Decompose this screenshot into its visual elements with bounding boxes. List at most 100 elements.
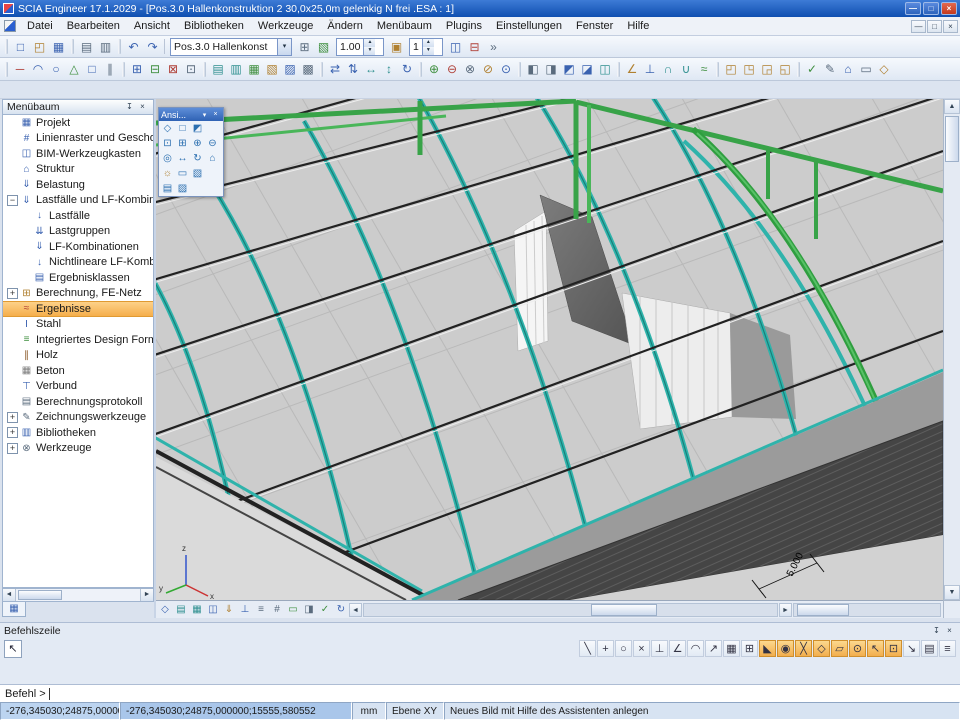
- palette-close-icon[interactable]: ×: [210, 111, 221, 118]
- snap-endpoint-icon[interactable]: ◣: [759, 640, 776, 657]
- copy-icon[interactable]: ⇅: [344, 60, 362, 79]
- snap-cursor-icon[interactable]: ↖: [867, 640, 884, 657]
- toolbar-drag-handle[interactable]: [5, 62, 8, 77]
- home-view-icon[interactable]: ⌂: [839, 60, 857, 79]
- view-wire-icon[interactable]: ▥: [227, 60, 245, 79]
- mesh-icon[interactable]: ⊟: [146, 60, 164, 79]
- plate-icon[interactable]: □: [83, 60, 101, 79]
- view-settings-icon[interactable]: ▧: [190, 166, 205, 181]
- section-4-icon[interactable]: ◪: [578, 60, 596, 79]
- open-project-icon[interactable]: ◰: [30, 37, 49, 56]
- toolbar-drag-handle[interactable]: [118, 39, 121, 54]
- view-loads-icon[interactable]: ▧: [263, 60, 281, 79]
- palette-dropdown-icon[interactable]: ▾: [199, 111, 210, 119]
- tree-item-linienraster-und-geschos[interactable]: #Linienraster und Geschos: [3, 131, 153, 147]
- view-solid-icon[interactable]: ▤: [209, 60, 227, 79]
- tree-item-berechnungsprotokoll[interactable]: ▤Berechnungsprotokoll: [3, 394, 153, 410]
- scale-spin-buttons[interactable]: ▲▼: [363, 39, 375, 55]
- toolbar-drag-handle[interactable]: [122, 62, 125, 77]
- snap-node-icon[interactable]: ◉: [777, 640, 794, 657]
- rotate-view-icon[interactable]: ↻: [190, 151, 205, 166]
- secondary-scroll-thumb[interactable]: [797, 604, 849, 616]
- corner-nw-icon[interactable]: ◰: [722, 60, 740, 79]
- tree-item-integriertes-design-form[interactable]: ≡Integriertes Design Form: [3, 332, 153, 348]
- circle-beam-icon[interactable]: ○: [47, 60, 65, 79]
- tree-item-lastfalle[interactable]: ↓Lastfälle: [3, 208, 153, 224]
- redo-icon[interactable]: ↷: [143, 37, 162, 56]
- snap-menu-icon[interactable]: ≡: [939, 640, 956, 657]
- refresh-icon[interactable]: ↻: [333, 602, 349, 617]
- print-preview-icon[interactable]: ▥: [96, 37, 115, 56]
- plus-expander-icon[interactable]: +: [7, 443, 18, 454]
- horizontal-scroll-thumb[interactable]: [591, 604, 657, 616]
- zoom-out-icon[interactable]: ⊖: [205, 136, 220, 151]
- snap-circle-icon[interactable]: ○: [615, 640, 632, 657]
- save-project-icon[interactable]: ▦: [49, 37, 68, 56]
- tree-item-berechnung-fe-netz[interactable]: +⊞Berechnung, FE-Netz: [3, 286, 153, 302]
- viewport-vertical-scrollbar[interactable]: ▲ ▼: [943, 99, 960, 600]
- snap-table-icon[interactable]: ▤: [921, 640, 938, 657]
- view-labels-icon[interactable]: ▩: [299, 60, 317, 79]
- node-table-icon[interactable]: ⊞: [128, 60, 146, 79]
- scroll-left-icon[interactable]: ◄: [3, 589, 16, 601]
- column-icon[interactable]: ∥: [101, 60, 119, 79]
- stretch-icon[interactable]: ↕: [380, 60, 398, 79]
- section-view-icon[interactable]: ◨: [301, 602, 317, 617]
- view-top-icon[interactable]: ◩: [190, 121, 205, 136]
- menu-item-datei[interactable]: Datei: [20, 19, 60, 33]
- tree-item-nichtlineare-lf-komb[interactable]: ↓Nichtlineare LF-Komb: [3, 255, 153, 271]
- pin-icon[interactable]: ↧: [930, 625, 943, 637]
- snap-arc-icon[interactable]: ◠: [687, 640, 704, 657]
- section-1-icon[interactable]: ◧: [524, 60, 542, 79]
- new-project-icon[interactable]: □: [11, 37, 30, 56]
- zoom-in-icon[interactable]: ⊕: [190, 136, 205, 151]
- overflow-more-icon[interactable]: »: [484, 37, 503, 56]
- supports-display-icon[interactable]: ⊥: [237, 602, 253, 617]
- menu-item-andern[interactable]: Ändern: [320, 19, 369, 33]
- connect-icon[interactable]: ⊙: [497, 60, 515, 79]
- wireframe-icon[interactable]: ▤: [160, 181, 175, 196]
- intersection-tool-icon[interactable]: ∩: [659, 60, 677, 79]
- scroll-thumb[interactable]: [18, 590, 62, 600]
- spin-down-icon[interactable]: ▼: [364, 47, 375, 55]
- render-quality-icon[interactable]: ▣: [387, 37, 406, 56]
- rotate-tool-icon[interactable]: ↻: [398, 60, 416, 79]
- snap-free-icon[interactable]: ╲: [579, 640, 596, 657]
- menu-item-einstellungen[interactable]: Einstellungen: [489, 19, 569, 33]
- menu-item-menubaum[interactable]: Menübaum: [370, 19, 439, 33]
- menu-item-fenster[interactable]: Fenster: [569, 19, 620, 33]
- menu-item-werkzeuge[interactable]: Werkzeuge: [251, 19, 320, 33]
- menu-tree-tab[interactable]: ▦: [2, 602, 26, 617]
- view-mesh-icon[interactable]: ▦: [245, 60, 263, 79]
- combo-dropdown-icon[interactable]: ▾: [277, 39, 291, 55]
- tree-item-zeichnungswerkzeuge[interactable]: +✎Zeichnungswerkzeuge: [3, 410, 153, 426]
- window-close-button[interactable]: ×: [941, 2, 957, 15]
- horizontal-scroll-track[interactable]: [363, 603, 778, 617]
- curved-beam-icon[interactable]: ◠: [29, 60, 47, 79]
- zoom-select-icon[interactable]: ⊞: [295, 37, 314, 56]
- scroll-track[interactable]: [16, 589, 140, 601]
- scale-spinner[interactable]: 1.00 ▲▼: [336, 38, 384, 56]
- spin-up-icon[interactable]: ▲: [364, 39, 375, 47]
- tree-item-belastung[interactable]: ⇓Belastung: [3, 177, 153, 193]
- section-3-icon[interactable]: ◩: [560, 60, 578, 79]
- activity-spinner[interactable]: 1 ▲▼: [409, 38, 443, 56]
- truss-icon[interactable]: △: [65, 60, 83, 79]
- tree-item-ergebnisklassen[interactable]: ▤Ergebnisklassen: [3, 270, 153, 286]
- light-icon[interactable]: ☼: [160, 166, 175, 181]
- scroll-left-icon[interactable]: ◄: [349, 603, 362, 617]
- filter-icon[interactable]: ⊟: [465, 37, 484, 56]
- print-icon[interactable]: ▤: [77, 37, 96, 56]
- menu-item-bibliotheken[interactable]: Bibliotheken: [177, 19, 251, 33]
- scroll-right-icon[interactable]: ►: [140, 589, 153, 601]
- command-input-row[interactable]: Befehl >: [0, 684, 960, 702]
- zoom-previous-icon[interactable]: ◎: [160, 151, 175, 166]
- child-restore-button[interactable]: □: [927, 20, 942, 33]
- snap-solid-icon[interactable]: ⊡: [885, 640, 902, 657]
- snap-center-icon[interactable]: ⊙: [849, 640, 866, 657]
- window-maximize-button[interactable]: □: [923, 2, 939, 15]
- tree-item-werkzeuge[interactable]: +⊗Werkzeuge: [3, 441, 153, 457]
- pan-icon[interactable]: ↔: [175, 151, 190, 166]
- snap-angle-icon[interactable]: ∠: [669, 640, 686, 657]
- tree-item-bibliotheken[interactable]: +▥Bibliotheken: [3, 425, 153, 441]
